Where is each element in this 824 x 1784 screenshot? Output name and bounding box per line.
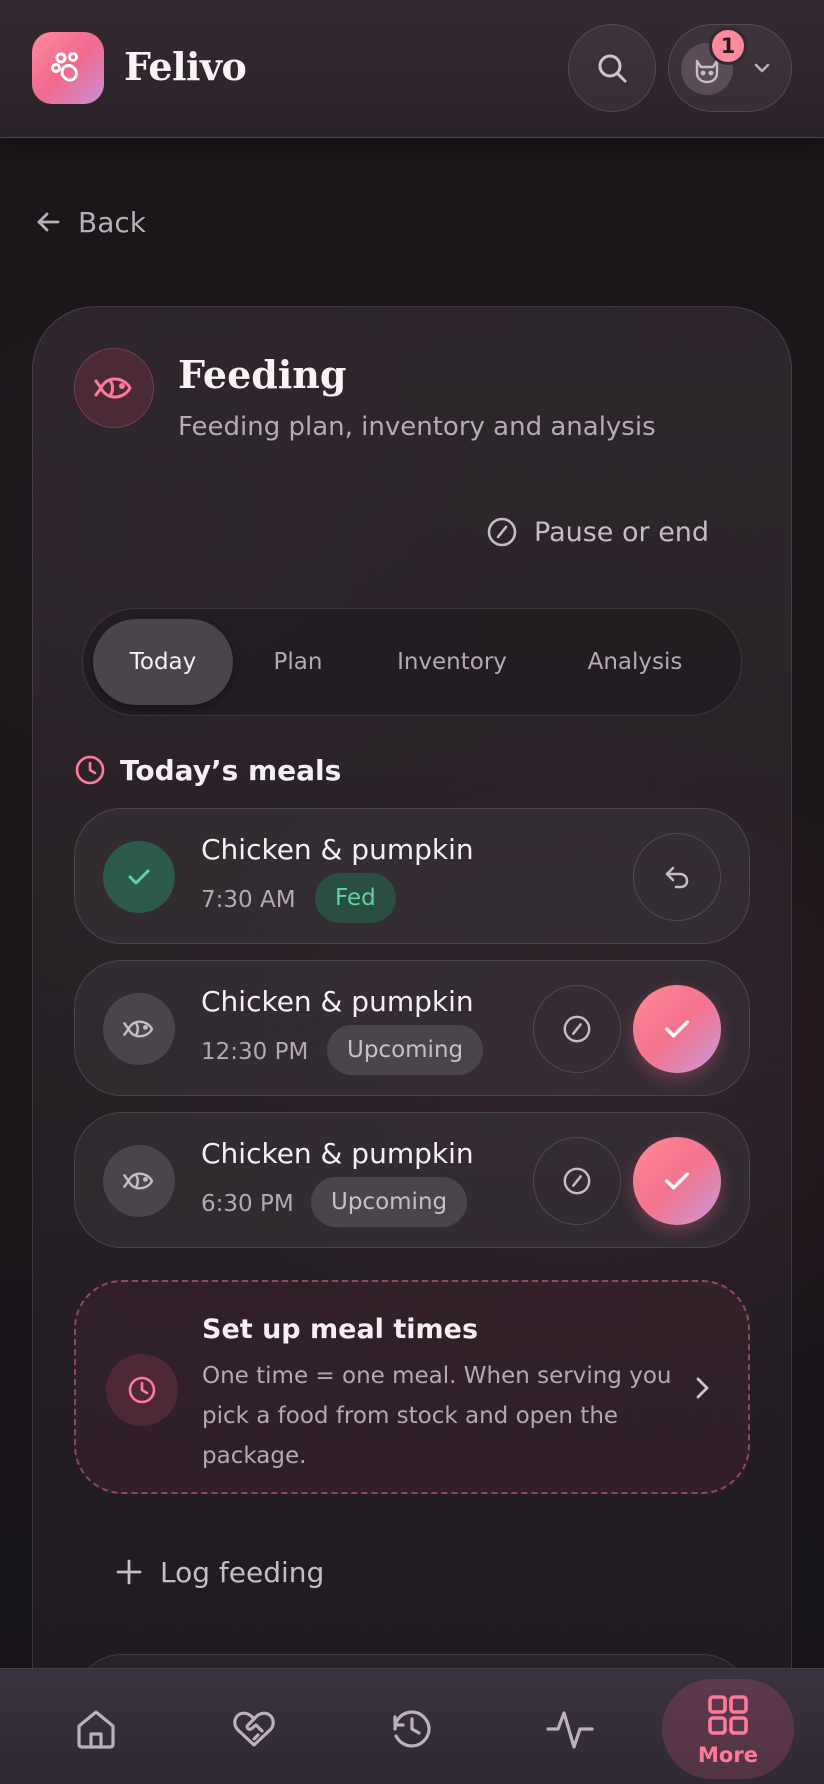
log-feeding-label: Log feeding	[160, 1555, 325, 1589]
meal-name: Chicken & pumpkin	[201, 985, 474, 1018]
chevron-down-icon	[754, 63, 770, 73]
fish-icon	[123, 1020, 154, 1038]
meal-row: Chicken & pumpkin 6:30 PM Upcoming	[74, 1112, 750, 1248]
log-feeding-button[interactable]: Log feeding	[114, 1550, 324, 1594]
todays-meals-heading: Today’s meals	[74, 750, 341, 790]
section-title: Today’s meals	[120, 753, 342, 787]
nav-more[interactable]: More	[662, 1679, 794, 1779]
chevron-right-icon	[696, 1377, 709, 1399]
check-icon	[128, 869, 150, 885]
nav-home[interactable]	[30, 1679, 162, 1779]
clock-icon	[128, 1376, 156, 1404]
mark-fed-button[interactable]	[633, 1137, 721, 1225]
status-badge: Upcoming	[327, 1025, 484, 1075]
heart-handshake-icon	[233, 1711, 275, 1747]
nav-activity[interactable]	[504, 1679, 636, 1779]
home-icon	[77, 1710, 115, 1749]
check-icon	[665, 1172, 689, 1190]
app-logo[interactable]	[32, 32, 104, 104]
meal-status-indicator	[103, 841, 175, 913]
app-name: Felivo	[124, 44, 247, 89]
check-icon	[665, 1020, 689, 1038]
status-badge: Upcoming	[311, 1177, 468, 1227]
page-title: Feeding	[178, 352, 347, 397]
setup-meal-times-card[interactable]: Set up meal times One time = one meal. W…	[74, 1280, 750, 1494]
pause-or-end-button[interactable]: Pause or end	[486, 512, 709, 552]
pause-label: Pause or end	[534, 516, 710, 548]
slash-circle-icon	[487, 517, 517, 547]
back-label: Back	[78, 205, 146, 239]
search-icon	[598, 54, 627, 83]
activity-icon	[546, 1711, 594, 1749]
search-button[interactable]	[568, 24, 656, 112]
slash-circle-icon	[563, 1015, 591, 1043]
paw-icon	[51, 52, 78, 82]
tab-inventory[interactable]: Inventory	[363, 619, 541, 705]
back-link[interactable]: Back	[34, 202, 146, 242]
tab-today[interactable]: Today	[93, 619, 233, 705]
meal-time: 12:30 PM	[201, 1039, 309, 1065]
setup-title: Set up meal times	[202, 1314, 479, 1345]
history-icon	[393, 1710, 431, 1748]
meal-time: 7:30 AM	[201, 887, 296, 913]
nav-care[interactable]	[188, 1679, 320, 1779]
feeding-tabs: Today Plan Inventory Analysis	[82, 608, 742, 716]
meal-status-indicator	[103, 993, 175, 1065]
clock-icon	[75, 755, 105, 785]
undo-button[interactable]	[633, 833, 721, 921]
grid-icon	[708, 1695, 748, 1735]
meal-time: 6:30 PM	[201, 1191, 294, 1217]
app-header: Felivo 1	[0, 0, 824, 138]
setup-description: One time = one meal. When serving you pi…	[202, 1363, 672, 1469]
tab-analysis[interactable]: Analysis	[541, 619, 729, 705]
mark-fed-button[interactable]	[633, 985, 721, 1073]
profile-switcher[interactable]: 1	[668, 24, 792, 112]
tab-plan[interactable]: Plan	[233, 619, 363, 705]
notification-badge: 1	[709, 27, 747, 65]
nav-history[interactable]	[346, 1679, 478, 1779]
undo-icon	[665, 866, 689, 889]
meal-name: Chicken & pumpkin	[201, 1137, 474, 1170]
plus-icon	[116, 1559, 142, 1585]
skip-meal-button[interactable]	[533, 1137, 621, 1225]
skip-meal-button[interactable]	[533, 985, 621, 1073]
meal-row: Chicken & pumpkin 12:30 PM Upcoming	[74, 960, 750, 1096]
fish-icon	[94, 377, 132, 399]
status-badge: Fed	[315, 873, 396, 923]
nav-more-label: More	[698, 1743, 758, 1767]
bottom-navigation: More	[0, 1668, 824, 1784]
slash-circle-icon	[563, 1167, 591, 1195]
feeding-icon-tile	[74, 348, 154, 428]
meal-name: Chicken & pumpkin	[201, 833, 474, 866]
meal-status-indicator	[103, 1145, 175, 1217]
page-subtitle: Feeding plan, inventory and analysis	[178, 412, 656, 442]
arrow-left-icon	[37, 212, 60, 232]
fish-icon	[123, 1172, 154, 1190]
meal-row: Chicken & pumpkin 7:30 AM Fed	[74, 808, 750, 944]
setup-icon-tile	[106, 1354, 178, 1426]
